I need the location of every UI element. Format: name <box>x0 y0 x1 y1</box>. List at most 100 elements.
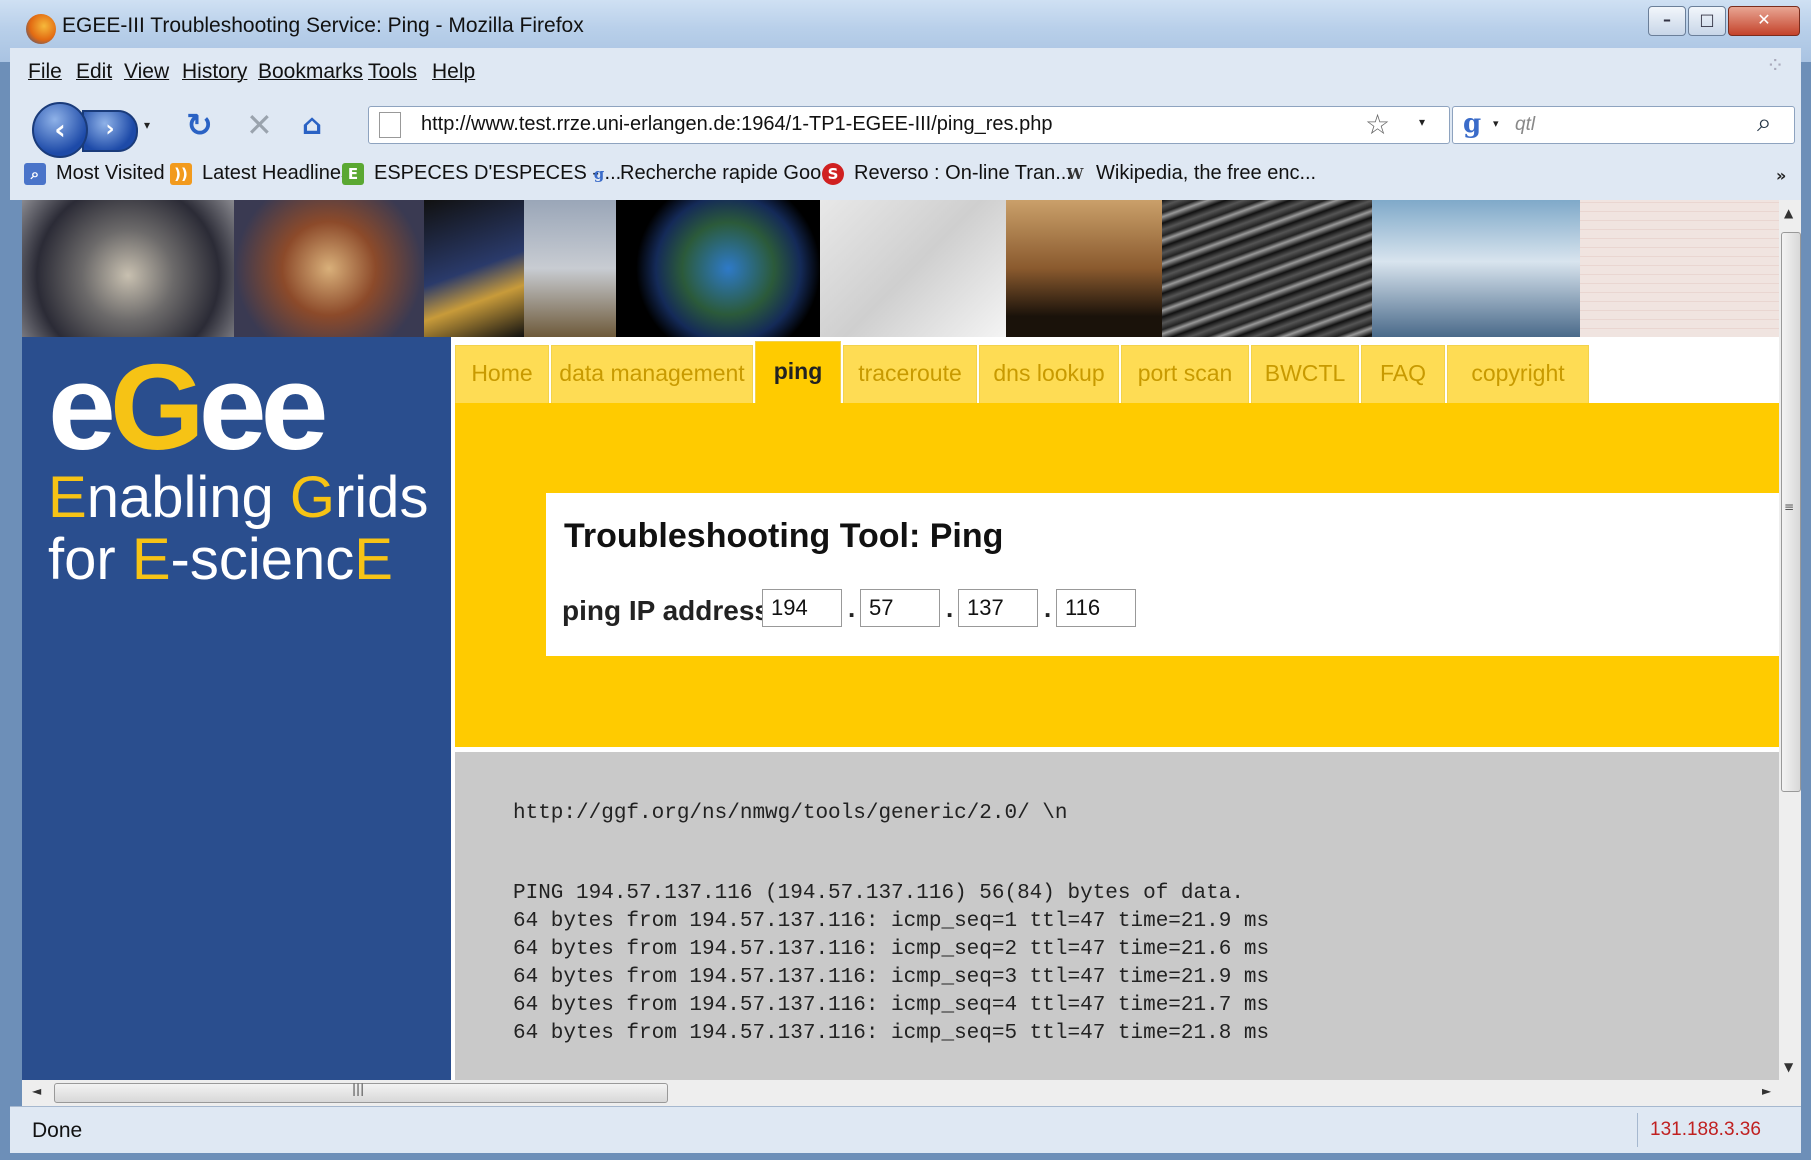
banner-detector-image <box>22 200 234 337</box>
window-title: EGEE-III Troubleshooting Service: Ping -… <box>62 14 584 37</box>
banner-machine-image <box>234 200 424 337</box>
bookmark-label: ESPECES D'ESPECES - ... <box>374 162 622 185</box>
ip-dot-separator: . <box>1044 593 1052 623</box>
horizontal-scrollbar[interactable]: ◄ ||| ► <box>22 1080 1801 1106</box>
output-line: 64 bytes from 194.57.137.116: icmp_seq=3… <box>513 966 1270 989</box>
ip-dot-separator: . <box>946 593 954 623</box>
bookmark-latest-headlines[interactable]: )) Latest Headlines <box>170 162 351 192</box>
back-forward-group: › ‹ ▾ <box>32 102 174 158</box>
page-icon <box>379 112 401 138</box>
banner-horizon-image <box>1372 200 1580 337</box>
search-engine-dropdown-icon[interactable]: ▾ <box>1493 117 1499 130</box>
ip-octet-2-input[interactable] <box>860 589 940 627</box>
bookmark-wikipedia[interactable]: W Wikipedia, the free enc... <box>1064 162 1317 192</box>
banner-telescope-image <box>524 200 616 337</box>
close-button[interactable]: ✕ <box>1728 6 1800 36</box>
forward-button[interactable]: › <box>82 110 138 152</box>
page-viewport: eGee Enabling Grids for E-sciencE Home d… <box>22 200 1779 1080</box>
status-bar: Done 131.188.3.36 <box>10 1106 1801 1153</box>
url-bar[interactable]: http://www.test.rrze.uni-erlangen.de:196… <box>368 106 1450 144</box>
egee-logo: eGee Enabling Grids for E-sciencE <box>48 339 438 591</box>
maximize-button[interactable]: □ <box>1688 6 1726 36</box>
bookmark-especes[interactable]: E ESPECES D'ESPECES - ... <box>342 162 621 192</box>
tab-faq[interactable]: FAQ <box>1361 345 1445 405</box>
ip-dot-separator: . <box>848 593 856 623</box>
menu-tools[interactable]: Tools <box>368 60 417 84</box>
banner-water-image <box>1162 200 1372 337</box>
logo-tagline-line1: Enabling Grids <box>48 465 429 530</box>
bookmark-label: Wikipedia, the free enc... <box>1096 162 1317 185</box>
throbber-icon: ⁘ <box>1766 54 1785 79</box>
bookmark-label: Most Visited <box>56 162 165 185</box>
menu-bar: File Edit View History Bookmarks Tools H… <box>10 48 1801 98</box>
vertical-scrollbar[interactable]: ▲ ≡ ▼ <box>1779 200 1801 1080</box>
tab-copyright[interactable]: copyright <box>1447 345 1589 405</box>
ip-address-label: ping IP address: <box>562 595 780 626</box>
ip-octet-3-input[interactable] <box>958 589 1038 627</box>
back-button[interactable]: ‹ <box>32 102 88 158</box>
egee-wordmark: eGee <box>48 339 328 475</box>
tab-dns-lookup[interactable]: dns lookup <box>979 345 1119 405</box>
namespace-line: http://ggf.org/ns/nmwg/tools/generic/2.0… <box>513 802 1068 825</box>
left-panel: eGee Enabling Grids for E-sciencE <box>22 337 451 1080</box>
tab-traceroute[interactable]: traceroute <box>843 345 977 405</box>
search-icon[interactable]: ⌕ <box>1757 108 1772 139</box>
status-divider <box>1637 1113 1638 1147</box>
menu-edit[interactable]: Edit <box>76 60 112 84</box>
scroll-up-icon[interactable]: ▲ <box>1784 206 1793 220</box>
scroll-right-icon[interactable]: ► <box>1762 1084 1771 1098</box>
status-ip-address: 131.188.3.36 <box>1650 1119 1761 1140</box>
history-dropdown-icon[interactable]: ▾ <box>144 118 150 132</box>
wikipedia-icon: W <box>1066 164 1084 183</box>
output-line: 64 bytes from 194.57.137.116: icmp_seq=4… <box>513 994 1270 1017</box>
google-icon[interactable]: g <box>1463 109 1481 139</box>
scroll-grip-icon: ≡ <box>1784 500 1795 514</box>
tab-data-management[interactable]: data management <box>551 345 753 405</box>
ip-octet-4-input[interactable] <box>1056 589 1136 627</box>
tab-home[interactable]: Home <box>455 345 549 405</box>
tab-ping[interactable]: ping <box>755 341 841 409</box>
url-text[interactable]: http://www.test.rrze.uni-erlangen.de:196… <box>421 113 1052 136</box>
tab-bwctl[interactable]: BWCTL <box>1251 345 1359 405</box>
bookmark-reverso[interactable]: S Reverso : On-line Tran... <box>822 162 1072 192</box>
bookmark-most-visited[interactable]: ⌕ Most Visited <box>24 162 165 192</box>
banner-oil-pump-image <box>1006 200 1162 337</box>
ip-octet-1-input[interactable] <box>762 589 842 627</box>
scroll-left-icon[interactable]: ◄ <box>32 1084 41 1098</box>
url-dropdown-icon[interactable]: ▾ <box>1419 115 1425 129</box>
bookmark-label: Latest Headlines <box>202 162 351 185</box>
menu-view[interactable]: View <box>124 60 169 84</box>
banner-robot-image <box>424 200 524 337</box>
search-box[interactable]: g ▾ qtl ⌕ <box>1452 106 1795 144</box>
more-bookmarks-icon[interactable]: » <box>1776 166 1786 185</box>
banner-chart-paper-image <box>1580 200 1779 337</box>
stop-icon[interactable]: ✕ <box>246 106 273 144</box>
menu-help[interactable]: Help <box>432 60 475 84</box>
rss-icon: )) <box>170 162 192 185</box>
menu-bookmarks[interactable]: Bookmarks <box>258 60 363 84</box>
scroll-grip-icon: ||| <box>352 1082 365 1096</box>
firefox-icon <box>26 14 56 44</box>
status-text: Done <box>32 1119 83 1142</box>
banner-chemistry-image <box>820 200 1006 337</box>
ping-output-panel: http://ggf.org/ns/nmwg/tools/generic/2.0… <box>455 752 1779 1080</box>
tab-port-scan[interactable]: port scan <box>1121 345 1249 405</box>
reload-icon[interactable]: ↻ <box>186 106 213 144</box>
scroll-down-icon[interactable]: ▼ <box>1784 1060 1793 1074</box>
menu-file[interactable]: File <box>28 60 62 84</box>
menu-history[interactable]: History <box>182 60 247 84</box>
search-input[interactable]: qtl <box>1515 114 1535 136</box>
page-title: Troubleshooting Tool: Ping <box>564 517 1004 555</box>
output-line: 64 bytes from 194.57.137.116: icmp_seq=1… <box>513 910 1270 933</box>
bookmark-recherche-rapide[interactable]: g Recherche rapide Goo... <box>588 162 838 192</box>
bookmark-star-icon[interactable]: ☆ <box>1365 108 1390 141</box>
browser-chrome: File Edit View History Bookmarks Tools H… <box>10 48 1801 200</box>
minimize-button[interactable]: – <box>1648 6 1686 36</box>
bookmark-label: Recherche rapide Goo... <box>620 162 838 185</box>
output-line: 64 bytes from 194.57.137.116: icmp_seq=2… <box>513 938 1270 961</box>
bookmark-label: Reverso : On-line Tran... <box>854 162 1072 185</box>
banner-image-strip <box>22 200 1779 337</box>
site-e-icon: E <box>342 162 364 185</box>
tool-content-area: Troubleshooting Tool: Ping ping IP addre… <box>455 403 1779 747</box>
home-icon[interactable]: ⌂ <box>302 108 322 141</box>
